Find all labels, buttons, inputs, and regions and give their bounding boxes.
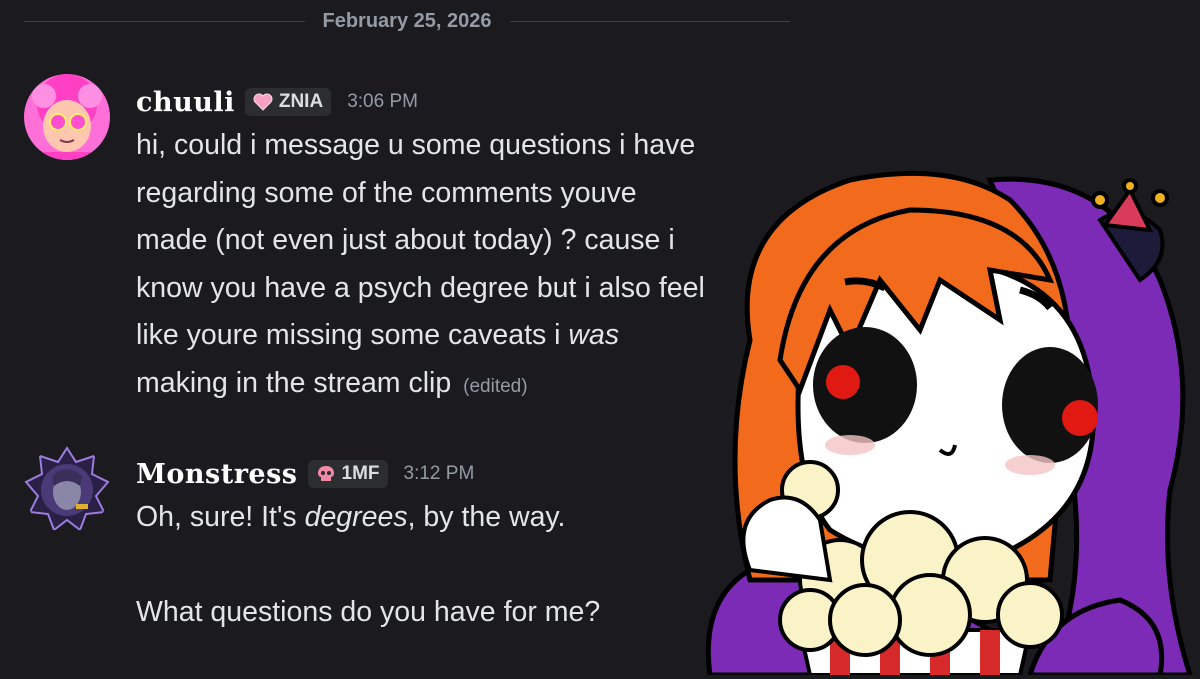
server-tag[interactable]: 1MF [307,460,388,488]
message-header: Monstress 1MF 3:12 PM [136,454,474,494]
edited-label: (edited) [463,375,528,397]
date-divider: February 25, 2026 [24,6,790,36]
skull-icon [316,465,336,483]
emphasis-text: degrees [304,501,408,533]
message-header: chuuli ZNIA 3:06 PM [136,82,418,122]
message-line-text: Oh, sure! It's [136,501,305,533]
heart-icon [253,93,273,111]
divider-line-right [509,20,790,22]
username[interactable]: chuuli [136,87,235,118]
server-tag-label: 1MF [341,463,380,484]
server-tag[interactable]: ZNIA [244,88,332,116]
divider-date: February 25, 2026 [322,9,492,32]
username[interactable]: Monstress [136,459,298,490]
divider-line-left [24,20,305,22]
avatar[interactable] [24,446,110,532]
timestamp[interactable]: 3:06 PM [347,91,418,113]
timestamp[interactable]: 3:12 PM [404,463,475,485]
message-line-text: making in the stream clip [136,366,452,399]
emphasis-text: was [568,319,620,351]
message-line-text: like youre missing some caveats i [136,319,569,351]
avatar[interactable] [24,74,110,160]
message-line-text: , by the way. [407,501,566,533]
server-tag-label: ZNIA [278,91,324,112]
popcorn-jester-sticker [690,160,1200,678]
